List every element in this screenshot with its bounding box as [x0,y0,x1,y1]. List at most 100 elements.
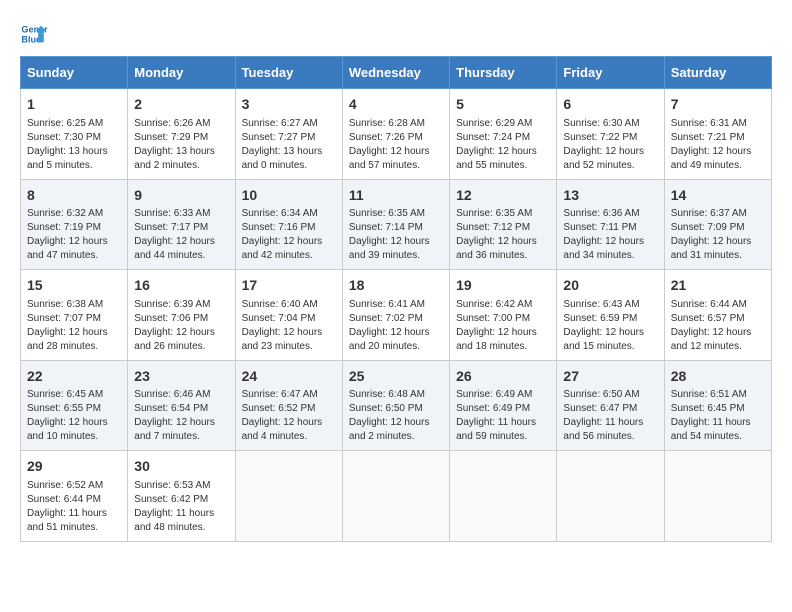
calendar-cell: 6Sunrise: 6:30 AM Sunset: 7:22 PM Daylig… [557,89,664,180]
day-number: 25 [349,367,443,387]
calendar-cell: 7Sunrise: 6:31 AM Sunset: 7:21 PM Daylig… [664,89,771,180]
day-number: 24 [242,367,336,387]
day-info: Sunrise: 6:48 AM Sunset: 6:50 PM Dayligh… [349,388,443,444]
calendar-cell: 5Sunrise: 6:29 AM Sunset: 7:24 PM Daylig… [450,89,557,180]
calendar-cell: 8Sunrise: 6:32 AM Sunset: 7:19 PM Daylig… [21,179,128,270]
calendar-cell: 13Sunrise: 6:36 AM Sunset: 7:11 PM Dayli… [557,179,664,270]
day-info: Sunrise: 6:51 AM Sunset: 6:45 PM Dayligh… [671,388,765,444]
day-info: Sunrise: 6:34 AM Sunset: 7:16 PM Dayligh… [242,207,336,263]
day-number: 23 [134,367,228,387]
day-info: Sunrise: 6:45 AM Sunset: 6:55 PM Dayligh… [27,388,121,444]
day-info: Sunrise: 6:33 AM Sunset: 7:17 PM Dayligh… [134,207,228,263]
day-info: Sunrise: 6:49 AM Sunset: 6:49 PM Dayligh… [456,388,550,444]
calendar-cell: 11Sunrise: 6:35 AM Sunset: 7:14 PM Dayli… [342,179,449,270]
page-header: General Blue [20,20,772,48]
logo-icon: General Blue [20,20,48,48]
calendar-cell [342,451,449,542]
day-info: Sunrise: 6:26 AM Sunset: 7:29 PM Dayligh… [134,117,228,173]
calendar-cell: 25Sunrise: 6:48 AM Sunset: 6:50 PM Dayli… [342,360,449,451]
day-info: Sunrise: 6:29 AM Sunset: 7:24 PM Dayligh… [456,117,550,173]
day-of-week-header: Sunday [21,57,128,89]
calendar-cell: 2Sunrise: 6:26 AM Sunset: 7:29 PM Daylig… [128,89,235,180]
day-info: Sunrise: 6:44 AM Sunset: 6:57 PM Dayligh… [671,298,765,354]
day-info: Sunrise: 6:47 AM Sunset: 6:52 PM Dayligh… [242,388,336,444]
day-info: Sunrise: 6:32 AM Sunset: 7:19 PM Dayligh… [27,207,121,263]
calendar-cell: 22Sunrise: 6:45 AM Sunset: 6:55 PM Dayli… [21,360,128,451]
calendar-cell: 24Sunrise: 6:47 AM Sunset: 6:52 PM Dayli… [235,360,342,451]
calendar-cell: 23Sunrise: 6:46 AM Sunset: 6:54 PM Dayli… [128,360,235,451]
calendar-cell: 19Sunrise: 6:42 AM Sunset: 7:00 PM Dayli… [450,270,557,361]
calendar-cell: 10Sunrise: 6:34 AM Sunset: 7:16 PM Dayli… [235,179,342,270]
day-number: 19 [456,276,550,296]
day-number: 11 [349,186,443,206]
day-info: Sunrise: 6:28 AM Sunset: 7:26 PM Dayligh… [349,117,443,173]
day-number: 13 [563,186,657,206]
svg-text:Blue: Blue [21,34,41,44]
day-number: 2 [134,95,228,115]
calendar-cell [557,451,664,542]
day-number: 22 [27,367,121,387]
calendar-cell: 18Sunrise: 6:41 AM Sunset: 7:02 PM Dayli… [342,270,449,361]
calendar-cell: 28Sunrise: 6:51 AM Sunset: 6:45 PM Dayli… [664,360,771,451]
day-info: Sunrise: 6:53 AM Sunset: 6:42 PM Dayligh… [134,479,228,535]
day-info: Sunrise: 6:27 AM Sunset: 7:27 PM Dayligh… [242,117,336,173]
day-info: Sunrise: 6:50 AM Sunset: 6:47 PM Dayligh… [563,388,657,444]
day-info: Sunrise: 6:30 AM Sunset: 7:22 PM Dayligh… [563,117,657,173]
day-number: 20 [563,276,657,296]
day-info: Sunrise: 6:46 AM Sunset: 6:54 PM Dayligh… [134,388,228,444]
calendar-cell: 17Sunrise: 6:40 AM Sunset: 7:04 PM Dayli… [235,270,342,361]
day-number: 5 [456,95,550,115]
day-info: Sunrise: 6:37 AM Sunset: 7:09 PM Dayligh… [671,207,765,263]
calendar-cell: 21Sunrise: 6:44 AM Sunset: 6:57 PM Dayli… [664,270,771,361]
calendar-cell: 15Sunrise: 6:38 AM Sunset: 7:07 PM Dayli… [21,270,128,361]
day-info: Sunrise: 6:42 AM Sunset: 7:00 PM Dayligh… [456,298,550,354]
day-of-week-header: Saturday [664,57,771,89]
day-info: Sunrise: 6:52 AM Sunset: 6:44 PM Dayligh… [27,479,121,535]
day-info: Sunrise: 6:31 AM Sunset: 7:21 PM Dayligh… [671,117,765,173]
day-info: Sunrise: 6:35 AM Sunset: 7:14 PM Dayligh… [349,207,443,263]
day-number: 28 [671,367,765,387]
day-info: Sunrise: 6:36 AM Sunset: 7:11 PM Dayligh… [563,207,657,263]
calendar-cell: 1Sunrise: 6:25 AM Sunset: 7:30 PM Daylig… [21,89,128,180]
day-number: 30 [134,457,228,477]
day-info: Sunrise: 6:43 AM Sunset: 6:59 PM Dayligh… [563,298,657,354]
day-of-week-header: Friday [557,57,664,89]
calendar-cell: 14Sunrise: 6:37 AM Sunset: 7:09 PM Dayli… [664,179,771,270]
day-number: 26 [456,367,550,387]
day-info: Sunrise: 6:39 AM Sunset: 7:06 PM Dayligh… [134,298,228,354]
day-number: 7 [671,95,765,115]
calendar-cell: 29Sunrise: 6:52 AM Sunset: 6:44 PM Dayli… [21,451,128,542]
calendar-cell: 4Sunrise: 6:28 AM Sunset: 7:26 PM Daylig… [342,89,449,180]
calendar-cell [664,451,771,542]
day-number: 14 [671,186,765,206]
day-number: 12 [456,186,550,206]
calendar-cell [235,451,342,542]
day-number: 29 [27,457,121,477]
day-number: 21 [671,276,765,296]
day-number: 6 [563,95,657,115]
day-number: 15 [27,276,121,296]
day-number: 3 [242,95,336,115]
day-number: 27 [563,367,657,387]
day-of-week-header: Tuesday [235,57,342,89]
day-number: 18 [349,276,443,296]
calendar-cell: 9Sunrise: 6:33 AM Sunset: 7:17 PM Daylig… [128,179,235,270]
day-number: 8 [27,186,121,206]
logo: General Blue [20,20,48,48]
day-number: 16 [134,276,228,296]
calendar-cell: 30Sunrise: 6:53 AM Sunset: 6:42 PM Dayli… [128,451,235,542]
day-number: 17 [242,276,336,296]
calendar-cell [450,451,557,542]
day-of-week-header: Wednesday [342,57,449,89]
calendar-table: SundayMondayTuesdayWednesdayThursdayFrid… [20,56,772,542]
day-of-week-header: Monday [128,57,235,89]
day-info: Sunrise: 6:40 AM Sunset: 7:04 PM Dayligh… [242,298,336,354]
day-number: 4 [349,95,443,115]
day-of-week-header: Thursday [450,57,557,89]
calendar-cell: 20Sunrise: 6:43 AM Sunset: 6:59 PM Dayli… [557,270,664,361]
calendar-cell: 27Sunrise: 6:50 AM Sunset: 6:47 PM Dayli… [557,360,664,451]
day-number: 10 [242,186,336,206]
day-info: Sunrise: 6:38 AM Sunset: 7:07 PM Dayligh… [27,298,121,354]
calendar-cell: 12Sunrise: 6:35 AM Sunset: 7:12 PM Dayli… [450,179,557,270]
day-info: Sunrise: 6:35 AM Sunset: 7:12 PM Dayligh… [456,207,550,263]
